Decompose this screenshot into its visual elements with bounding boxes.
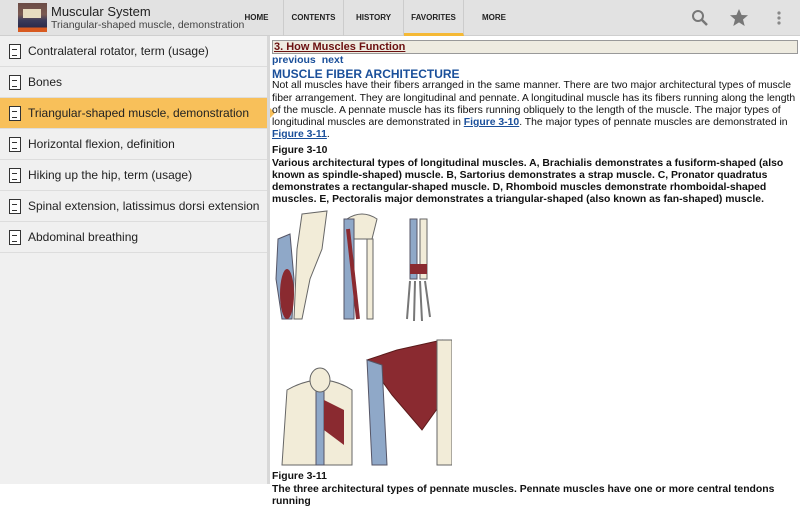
document-icon: [9, 229, 21, 245]
figure-title: Figure 3-10: [272, 145, 328, 157]
list-item[interactable]: Bones: [0, 67, 267, 98]
action-bar: Muscular System Triangular-shaped muscle…: [0, 0, 800, 36]
article-content: 3. How Muscles Function previous next MUS…: [272, 40, 798, 508]
nav-tabs: HOME CONTENTS HISTORY FAVORITES MORE: [230, 0, 524, 36]
document-icon: [9, 74, 21, 90]
article-nav: previous next: [272, 54, 797, 67]
article-heading: MUSCLE FIBER ARCHITECTURE: [272, 67, 460, 82]
document-icon: [9, 136, 21, 152]
list-item-label: Hiking up the hip, term (usage): [28, 168, 193, 182]
figure-3-10-image-longitudinal: [275, 210, 431, 322]
list-item[interactable]: Abdominal breathing: [0, 222, 267, 253]
list-item[interactable]: Hiking up the hip, term (usage): [0, 160, 267, 191]
paragraph-text: . The major types of pennate muscles are…: [519, 117, 788, 129]
list-item-selected[interactable]: Triangular-shaped muscle, demonstration: [0, 98, 275, 129]
overflow-menu-icon[interactable]: [769, 8, 789, 28]
figure-3-10-image-rhomboid-pectoralis: [281, 339, 452, 466]
tab-more[interactable]: MORE: [464, 0, 524, 36]
app-title: Muscular System: [51, 4, 151, 19]
tab-favorites[interactable]: FAVORITES: [404, 0, 464, 36]
list-item-label: Bones: [28, 75, 63, 89]
favorites-list: Contralateral rotator, term (usage) Bone…: [0, 36, 275, 484]
previous-link[interactable]: previous: [272, 54, 316, 66]
figure-3-11-link[interactable]: Figure 3-11: [272, 129, 327, 140]
figure-3-10-link[interactable]: Figure 3-10: [464, 117, 519, 128]
list-item-label: Spinal extension, latissimus dorsi exten…: [28, 199, 260, 213]
list-item-label: Horizontal flexion, definition: [28, 137, 175, 151]
list-item-label: Abdominal breathing: [28, 230, 139, 244]
document-icon: [9, 43, 21, 59]
article-paragraph: Not all muscles have their fibers arrang…: [272, 80, 797, 141]
section-title[interactable]: 3. How Muscles Function: [272, 40, 798, 54]
list-item-label: Contralateral rotator, term (usage): [28, 44, 209, 58]
list-item[interactable]: Horizontal flexion, definition: [0, 129, 267, 160]
pane-divider[interactable]: [267, 36, 270, 484]
figure-caption: The three architectural types of pennate…: [272, 483, 775, 507]
list-item[interactable]: Contralateral rotator, term (usage): [0, 36, 267, 67]
search-icon[interactable]: [690, 8, 710, 28]
document-icon: [9, 198, 21, 214]
app-subtitle: Triangular-shaped muscle, demonstration: [51, 19, 245, 31]
figure-caption: Various architectural types of longitudi…: [272, 157, 784, 206]
tab-home[interactable]: HOME: [230, 0, 284, 36]
tab-contents[interactable]: CONTENTS: [284, 0, 344, 36]
document-icon: [9, 105, 21, 121]
figure-title: Figure 3-11: [272, 471, 327, 483]
app-logo[interactable]: [18, 3, 47, 32]
next-link[interactable]: next: [322, 54, 344, 66]
list-item[interactable]: Spinal extension, latissimus dorsi exten…: [0, 191, 267, 222]
paragraph-text: .: [326, 129, 330, 141]
list-item-label: Triangular-shaped muscle, demonstration: [28, 106, 249, 120]
document-icon: [9, 167, 21, 183]
star-icon[interactable]: [729, 8, 749, 28]
tab-history[interactable]: HISTORY: [344, 0, 404, 36]
